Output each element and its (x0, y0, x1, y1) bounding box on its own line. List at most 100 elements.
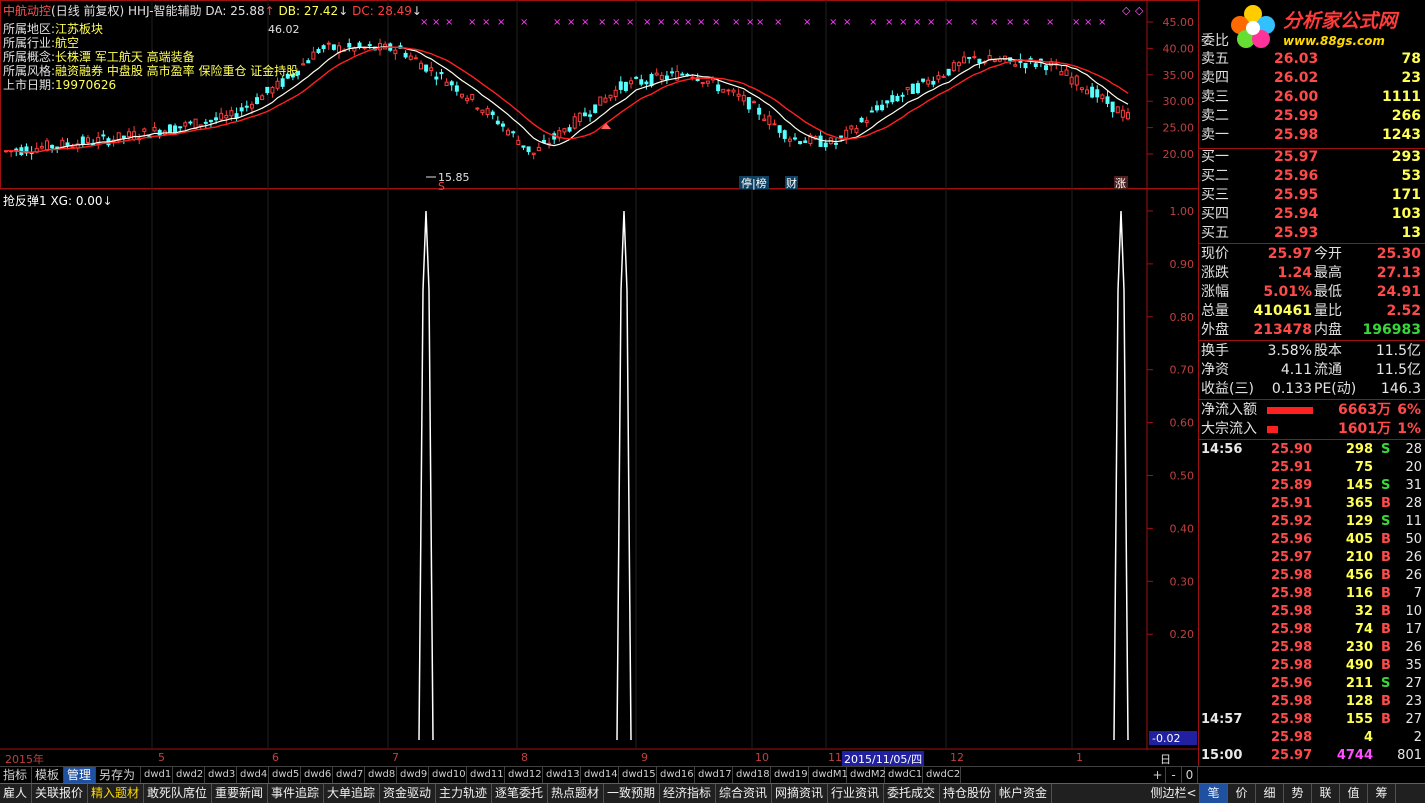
info-tab[interactable]: 重要新闻 (212, 784, 268, 803)
side-panel-tab[interactable]: 侧边栏< (1148, 784, 1200, 803)
info-tab[interactable]: 雇人 (0, 784, 32, 803)
bid-row[interactable]: 买四 25.94 103 (1198, 205, 1425, 224)
indicator-spike (418, 210, 434, 741)
tick-row[interactable]: 25.91 365 B 28 (1198, 495, 1425, 513)
side-panel-tab[interactable]: 笔 (1200, 784, 1228, 803)
tick-row[interactable]: 25.98 116 B 7 (1198, 585, 1425, 603)
indicator-tab[interactable]: dwd5 (269, 767, 301, 783)
tick-row[interactable]: 25.98 456 B 26 (1198, 567, 1425, 585)
side-panel-tab[interactable]: 筹 (1368, 784, 1396, 803)
indicator-tab[interactable]: dwd16 (657, 767, 695, 783)
quote-row: 现价 25.97 今开 25.30 (1198, 245, 1425, 264)
info-tab[interactable]: 精入题材 (88, 784, 144, 803)
info-tab[interactable]: 网摘资讯 (772, 784, 828, 803)
info-tab[interactable]: 一致预期 (604, 784, 660, 803)
tick-row[interactable]: 25.98 128 B 23 (1198, 693, 1425, 711)
info-tab[interactable]: 事件追踪 (268, 784, 324, 803)
bid-label: 买五 (1201, 225, 1229, 241)
da-value: DA: 25.88 (205, 4, 265, 18)
info-tab[interactable]: 热点题材 (548, 784, 604, 803)
indicator-tab[interactable]: dwd9 (397, 767, 429, 783)
ask-row[interactable]: 卖五 26.03 78 (1198, 50, 1425, 69)
indicator-tab[interactable]: dwd2 (173, 767, 205, 783)
side-panel-tab[interactable]: 值 (1340, 784, 1368, 803)
bid-row[interactable]: 买一 25.97 293 (1198, 148, 1425, 167)
tick-row[interactable]: 14:56 25.90 298 S 28 (1198, 441, 1425, 459)
zoom-button[interactable]: - (1166, 767, 1182, 783)
side-panel-tab[interactable]: 价 (1228, 784, 1256, 803)
info-tab[interactable]: 逐笔委托 (492, 784, 548, 803)
info-tab[interactable]: 主力轨迹 (436, 784, 492, 803)
indicator-tab[interactable]: dwd3 (205, 767, 237, 783)
info-tabs: 雇人 关联报价 精入题材 敢死队席位 重要新闻 事件追踪 大单追踪 资金驱动 主力轨迹 逐笔委托热… (0, 783, 1425, 803)
indicator-tab[interactable]: dwd19 (771, 767, 809, 783)
indicator-tab[interactable]: 模板 (32, 767, 64, 783)
tick-volume: 456 (1345, 568, 1373, 583)
indicator-tab[interactable]: dwd17 (695, 767, 733, 783)
quote-label: 量比 (1314, 303, 1342, 319)
zoom-button[interactable]: + (1150, 767, 1166, 783)
chart-area[interactable]: 45.00 40.00 35.00 30.00 25.00 20.00 1.00 0.90 0.… (0, 0, 1198, 782)
indicator-tab[interactable]: dwd12 (505, 767, 543, 783)
ask-row[interactable]: 卖二 25.99 266 (1198, 107, 1425, 126)
indicator-tab[interactable]: dwd4 (237, 767, 269, 783)
bid-row[interactable]: 买二 25.96 53 (1198, 167, 1425, 186)
indicator-tab[interactable]: dwd6 (301, 767, 333, 783)
indicator-tab[interactable]: dwdC2 (923, 767, 961, 783)
tick-count: 31 (1405, 478, 1422, 493)
indicator-tab[interactable]: dwd18 (733, 767, 771, 783)
tick-row[interactable]: 25.98 230 B 26 (1198, 639, 1425, 657)
ask-row[interactable]: 卖一 25.98 1243 (1198, 126, 1425, 145)
ask-row[interactable]: 卖三 26.00 1111 (1198, 88, 1425, 107)
tick-price: 25.90 (1271, 442, 1313, 457)
tick-row[interactable]: 25.92 129 S 11 (1198, 513, 1425, 531)
info-tab[interactable]: 持仓股份 (940, 784, 996, 803)
side-panel-tab[interactable]: 细 (1256, 784, 1284, 803)
indicator-tab[interactable]: dwd13 (543, 767, 581, 783)
tick-row[interactable]: 14:57 25.98 155 B 27 (1198, 711, 1425, 729)
info-tab[interactable]: 关联报价 (32, 784, 88, 803)
info-tab[interactable]: 经济指标 (660, 784, 716, 803)
info-listing: 上市日期:19970626 (3, 78, 117, 92)
indicator-tab[interactable]: dwd10 (429, 767, 467, 783)
info-tab[interactable]: 综合资讯 (716, 784, 772, 803)
indicator-tab[interactable]: dwd8 (365, 767, 397, 783)
indicator-tab[interactable]: dwd15 (619, 767, 657, 783)
side-panel-tab[interactable]: 联 (1312, 784, 1340, 803)
indicator-tab[interactable]: dwdM1 (809, 767, 848, 783)
tick-row[interactable]: 25.96 405 B 50 (1198, 531, 1425, 549)
ask-row[interactable]: 卖四 26.02 23 (1198, 69, 1425, 88)
indicator-tab[interactable]: dwdC1 (885, 767, 923, 783)
tick-row[interactable]: 25.98 4 2 (1198, 729, 1425, 747)
tick-row[interactable]: 25.98 74 B 17 (1198, 621, 1425, 639)
quote-row: 换手 3.58% 股本 11.5亿 (1198, 342, 1425, 361)
tick-row[interactable]: 25.89 145 S 31 (1198, 477, 1425, 495)
ask-price: 26.00 (1274, 89, 1319, 105)
tick-row[interactable]: 25.98 32 B 10 (1198, 603, 1425, 621)
tick-row[interactable]: 25.96 211 S 27 (1198, 675, 1425, 693)
tick-row[interactable]: 25.97 210 B 26 (1198, 549, 1425, 567)
indicator-tab[interactable]: dwd1 (141, 767, 173, 783)
indicator-tab[interactable]: dwd14 (581, 767, 619, 783)
tick-row[interactable]: 25.91 75 20 (1198, 459, 1425, 477)
info-tab[interactable]: 大单追踪 (324, 784, 380, 803)
tick-row[interactable]: 15:00 25.97 4744 801 (1198, 747, 1425, 765)
info-tab[interactable]: 行业资讯 (828, 784, 884, 803)
info-tab[interactable]: 敢死队席位 (144, 784, 212, 803)
info-tab[interactable]: 委托成交 (884, 784, 940, 803)
info-tab[interactable]: 帐户资金 (996, 784, 1052, 803)
indicator-tab[interactable]: 另存为 (96, 767, 141, 783)
side-panel-tab[interactable]: 势 (1284, 784, 1312, 803)
zoom-button[interactable]: 0 (1182, 767, 1198, 783)
bid-row[interactable]: 买五 25.93 13 (1198, 224, 1425, 243)
indicator-tab[interactable]: 管理 (64, 767, 96, 783)
indicator-tab[interactable]: dwd7 (333, 767, 365, 783)
kline-chart[interactable]: 45.00 40.00 35.00 30.00 25.00 20.00 1.00 0.90 0.… (0, 0, 1198, 766)
bid-row[interactable]: 买三 25.95 171 (1198, 186, 1425, 205)
indicator-tab[interactable]: 指标 (0, 767, 32, 783)
indicator-tab[interactable]: dwdM2 (847, 767, 886, 783)
tick-row[interactable]: 25.98 490 B 35 (1198, 657, 1425, 675)
indicator-tab[interactable]: dwd11 (467, 767, 505, 783)
info-tab[interactable]: 资金驱动 (380, 784, 436, 803)
quote-label: 涨跌 (1201, 265, 1229, 281)
